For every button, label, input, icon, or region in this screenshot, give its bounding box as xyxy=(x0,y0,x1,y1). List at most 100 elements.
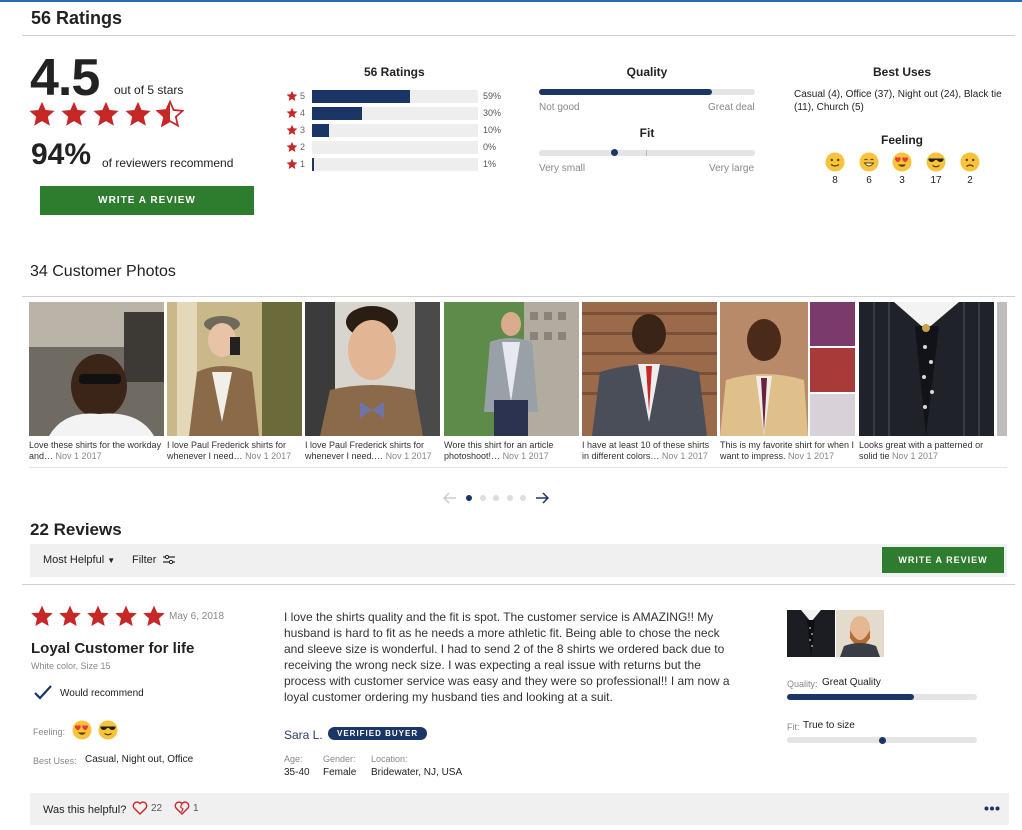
review-quality-label: Quality: xyxy=(787,679,818,689)
half-star-icon xyxy=(156,100,184,128)
quality-bar-fill xyxy=(539,89,712,95)
divider xyxy=(22,35,1015,36)
grin-icon xyxy=(859,152,879,172)
customer-photo-7[interactable] xyxy=(859,302,994,436)
review-fit-marker xyxy=(878,737,886,744)
histogram-row[interactable]: 3 10% xyxy=(286,123,501,137)
photo-caption-date: Nov 1 2017 xyxy=(385,451,432,461)
smile-icon xyxy=(825,152,845,172)
photo-caption: I love Paul Frederick shirts for wheneve… xyxy=(167,440,302,462)
carousel-dot[interactable] xyxy=(493,495,499,501)
star-icon xyxy=(286,158,298,170)
review-best-uses-label: Best Uses: xyxy=(33,756,77,766)
star-icon xyxy=(58,604,82,628)
filter-label: Filter xyxy=(132,554,157,566)
helpful-no-button[interactable]: 1 xyxy=(174,801,199,815)
histogram-percent: 1% xyxy=(483,159,497,169)
histogram-bar xyxy=(312,123,329,137)
customer-photo-partial[interactable] xyxy=(997,302,1007,436)
customer-photo-3[interactable] xyxy=(305,302,440,436)
feeling-count: 6 xyxy=(866,175,872,186)
photo-caption: I have at least 10 of these shirts in di… xyxy=(582,440,717,462)
review-feeling-label: Feeling: xyxy=(33,727,66,737)
histogram-track xyxy=(312,140,478,154)
histogram-row[interactable]: 5 59% xyxy=(286,89,501,103)
quality-title: Quality xyxy=(626,65,668,79)
carousel-dot[interactable] xyxy=(480,495,486,501)
customer-photo-5[interactable] xyxy=(582,302,717,436)
review-best-uses: Casual, Night out, Office xyxy=(85,754,194,765)
star-icon xyxy=(92,100,120,128)
quality-low-label: Not good xyxy=(539,102,580,113)
fit-midpoint xyxy=(646,150,647,156)
histogram-star-label: 1 xyxy=(300,159,306,169)
photo-caption: This is my favorite shirt for when I wan… xyxy=(720,440,855,462)
helpful-question: Was this helpful? xyxy=(43,804,127,816)
write-review-button[interactable]: WRITE A REVIEW xyxy=(882,547,1004,573)
reviews-heading: 22 Reviews xyxy=(30,520,122,539)
customer-photos-heading: 34 Customer Photos xyxy=(30,263,176,280)
customer-photo-6[interactable] xyxy=(720,302,855,436)
star-icon xyxy=(286,90,298,102)
photo-caption-date: Nov 1 2017 xyxy=(245,451,292,461)
histogram-track xyxy=(312,106,478,120)
histogram-star-label: 3 xyxy=(300,125,306,135)
carousel-dot-active[interactable] xyxy=(466,495,472,501)
review-variant: White color, Size 15 xyxy=(31,661,111,671)
customer-photo-1[interactable] xyxy=(29,302,164,436)
sort-label: Most Helpful xyxy=(43,554,105,566)
fit-title: Fit xyxy=(639,126,655,140)
gender-label: Gender: xyxy=(323,754,356,764)
review-photo-2[interactable] xyxy=(836,610,884,657)
feeling-title: Feeling xyxy=(880,133,923,147)
histogram-row[interactable]: 1 1% xyxy=(286,157,496,171)
star-icon xyxy=(30,604,54,628)
histogram-row[interactable]: 4 30% xyxy=(286,106,501,120)
carousel-prev-icon[interactable] xyxy=(443,492,457,504)
checkmark-icon xyxy=(34,685,52,700)
review-body: I love the shirts quality and the fit is… xyxy=(284,610,730,704)
sort-dropdown[interactable]: Most Helpful ▼ xyxy=(43,554,115,566)
write-review-button[interactable]: WRITE A REVIEW xyxy=(40,186,254,215)
photo-caption-date: Nov 1 2017 xyxy=(788,451,835,461)
histogram-row[interactable]: 2 0% xyxy=(286,140,496,154)
histogram-bar xyxy=(312,89,410,103)
photo-caption-date: Nov 1 2017 xyxy=(502,451,549,461)
photo-caption: Looks great with a patterned or solid ti… xyxy=(859,440,994,462)
photo-caption-date: Nov 1 2017 xyxy=(892,451,939,461)
carousel-dot[interactable] xyxy=(507,495,513,501)
caret-down-icon: ▼ xyxy=(107,556,116,565)
star-icon xyxy=(28,100,56,128)
histogram-bar xyxy=(312,157,314,171)
carousel-dot[interactable] xyxy=(520,495,526,501)
customer-photo-4[interactable] xyxy=(444,302,579,436)
sunglasses-icon xyxy=(926,152,946,172)
quality-bar xyxy=(539,89,755,95)
filter-button[interactable]: Filter xyxy=(132,554,175,566)
histogram-percent: 59% xyxy=(483,91,502,101)
divider xyxy=(22,584,1015,585)
customer-photo-2[interactable] xyxy=(167,302,302,436)
star-icon xyxy=(286,141,298,153)
histogram-percent: 30% xyxy=(483,108,502,118)
frown-icon xyxy=(960,152,980,172)
helpful-yes-button[interactable]: 22 xyxy=(132,801,162,815)
divider xyxy=(29,467,1007,468)
divider xyxy=(22,296,1015,297)
review-fit-value: True to size xyxy=(803,720,855,731)
more-options-icon[interactable] xyxy=(984,806,1000,811)
fit-high-label: Very large xyxy=(709,163,755,174)
fit-low-label: Very small xyxy=(539,163,586,174)
heart-eyes-icon xyxy=(892,152,912,172)
star-icon xyxy=(286,124,298,136)
review-photo-1[interactable] xyxy=(787,610,835,657)
carousel-next-icon[interactable] xyxy=(535,492,549,504)
histogram-star-label: 4 xyxy=(300,108,306,118)
review-quality-bar xyxy=(787,694,977,700)
star-icon xyxy=(286,107,298,119)
photo-caption-date: Nov 1 2017 xyxy=(55,451,102,461)
star-icon xyxy=(114,604,138,628)
verified-buyer-badge: VERIFIED BUYER xyxy=(328,727,428,740)
reviewer-name[interactable]: Sara L. xyxy=(284,728,323,742)
photo-caption: Love these shirts for the workday and… N… xyxy=(29,440,164,462)
